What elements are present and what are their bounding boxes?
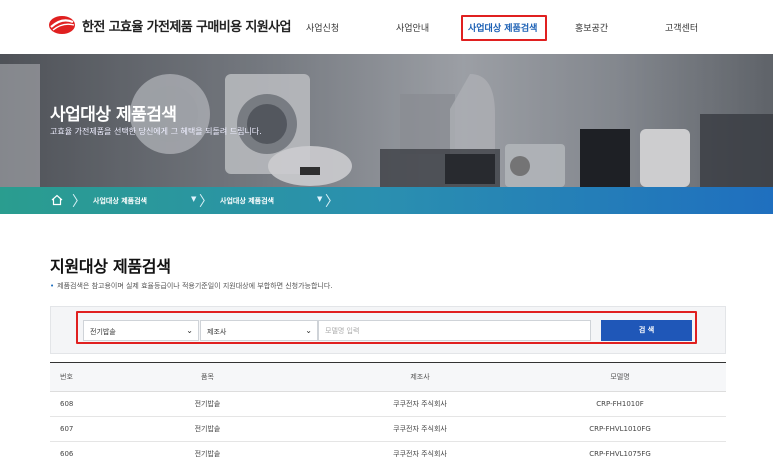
page-title: 지원대상 제품검색 — [50, 257, 171, 276]
cell-maker: 쿠쿠전자 주식회사 — [393, 450, 447, 458]
results-table: 번호 품목 제조사 모델명 608 전기밥솥 쿠쿠전자 주식회사 CRP-FH1… — [50, 362, 726, 466]
nav-customer-center[interactable]: 고객센터 — [665, 21, 698, 34]
breadcrumb: 〉 사업대상 제품검색 ▼ 〉 사업대상 제품검색 ▼ 〉 — [0, 187, 773, 214]
hero-banner: 사업대상 제품검색 고효율 가전제품을 선택한 당신에게 그 혜택을 되돌려 드… — [0, 54, 773, 187]
cell-model: CRP-FHVL1010FG — [589, 425, 651, 433]
search-notice: • 제품검색은 참고용이며 실제 효율등급이나 적용기준일이 지원대상에 부합하면… — [50, 281, 333, 291]
header-item: 품목 — [201, 373, 214, 381]
breadcrumb-separator-icon: 〉 — [325, 194, 339, 210]
breadcrumb-item-1[interactable]: 사업대상 제품검색 — [93, 196, 147, 206]
hero-subtitle: 고효율 가전제품을 선택한 당신에게 그 혜택을 되돌려 드립니다. — [50, 127, 262, 136]
table-row[interactable]: 607 전기밥솥 쿠쿠전자 주식회사 CRP-FHVL1010FG — [50, 417, 726, 442]
cell-item: 전기밥솥 — [194, 400, 221, 408]
caret-down-icon[interactable]: ▼ — [191, 195, 196, 203]
table-header: 번호 품목 제조사 모델명 — [50, 362, 726, 392]
table-row[interactable]: 606 전기밥솥 쿠쿠전자 주식회사 CRP-FHVL1075FG — [50, 442, 726, 466]
header-model: 모델명 — [610, 373, 630, 381]
breadcrumb-separator-icon: 〉 — [72, 194, 86, 210]
hero-title: 사업대상 제품검색 — [50, 105, 177, 125]
main-nav: 사업신청 사업안내 사업대상 제품검색 홍보공간 고객센터 — [0, 0, 773, 54]
table-row[interactable]: 608 전기밥솥 쿠쿠전자 주식회사 CRP-FH1010F — [50, 392, 726, 417]
header-maker: 제조사 — [410, 373, 430, 381]
cell-no: 607 — [60, 425, 74, 433]
home-icon[interactable] — [50, 193, 64, 207]
site-header: 한전 고효율 가전제품 구매비용 지원사업 사업신청 사업안내 사업대상 제품검… — [0, 0, 773, 54]
cell-no: 608 — [60, 400, 74, 408]
nav-apply[interactable]: 사업신청 — [306, 21, 339, 34]
cell-item: 전기밥솥 — [194, 425, 221, 433]
breadcrumb-separator-icon: 〉 — [199, 194, 213, 210]
search-highlight-outline — [76, 311, 697, 344]
caret-down-icon[interactable]: ▼ — [317, 195, 322, 203]
nav-guide[interactable]: 사업안내 — [396, 21, 429, 34]
breadcrumb-item-2[interactable]: 사업대상 제품검색 — [220, 196, 274, 206]
cell-no: 606 — [60, 450, 74, 458]
bullet-icon: • — [50, 282, 55, 290]
cell-maker: 쿠쿠전자 주식회사 — [393, 400, 447, 408]
cell-item: 전기밥솥 — [194, 450, 221, 458]
nav-promotion[interactable]: 홍보공간 — [575, 21, 608, 34]
nav-active-highlight — [461, 15, 547, 41]
notice-text: 제품검색은 참고용이며 실제 효율등급이나 적용기준일이 지원대상에 부합하면 … — [57, 282, 333, 290]
cell-model: CRP-FH1010F — [596, 400, 644, 408]
header-no: 번호 — [60, 373, 73, 381]
cell-model: CRP-FHVL1075FG — [589, 450, 651, 458]
cell-maker: 쿠쿠전자 주식회사 — [393, 425, 447, 433]
